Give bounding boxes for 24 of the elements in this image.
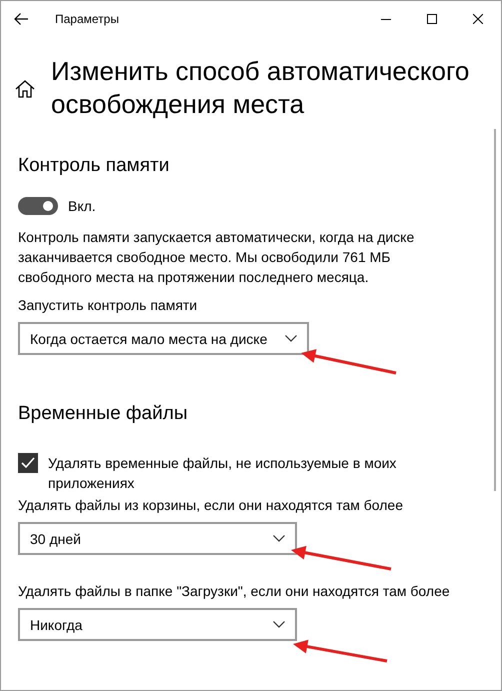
dropdown-label: Удалять файлы в папке "Загрузки", если они находятся там более (18, 582, 451, 601)
close-icon (473, 14, 483, 24)
maximize-icon (427, 14, 437, 24)
page-title: Изменить способ автоматического освобождения места (51, 55, 470, 121)
chevron-icon (273, 621, 285, 628)
dropdown[interactable]: Когда остается мало места на диске (18, 322, 309, 355)
chevron-icon (285, 335, 297, 342)
back-arrow-icon[interactable] (13, 11, 29, 27)
dropdown-label: Запустить контроль памяти (18, 296, 198, 315)
section-heading: Временные файлы (18, 403, 188, 425)
checkbox[interactable] (18, 453, 38, 473)
toggle-label: Вкл. (68, 197, 96, 216)
scrollbar[interactable] (494, 129, 496, 491)
dropdown[interactable]: Никогда (18, 608, 297, 641)
home-icon[interactable] (15, 79, 35, 99)
section-heading: Контроль памяти (18, 155, 170, 177)
checkmark-icon (21, 457, 35, 469)
checkbox-label: Удалять временные файлы, не используемые в моих приложениях (48, 454, 398, 493)
dropdown[interactable]: 30 дней (18, 522, 297, 555)
window-title: Параметры (55, 12, 120, 26)
chevron-icon (273, 535, 285, 542)
dropdown-label: Удалять файлы из корзины, если они находятся там более (18, 496, 404, 515)
toggle-switch[interactable] (18, 197, 58, 215)
description-text: Контроль памяти запускается автоматически, когда на диске заканчивается свободное место. Мы освободили 761 МБ свободного места на протяжении последнего месяца. (18, 228, 416, 287)
